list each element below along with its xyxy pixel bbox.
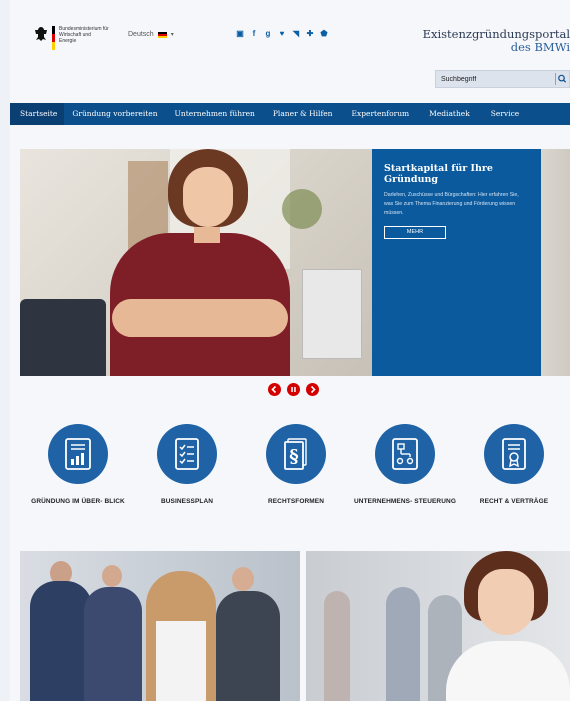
category-businessplan[interactable]: BUSINESSPLAN (132, 424, 242, 506)
category-label: RECHT & VERTRÄGE (479, 498, 549, 505)
smiling-woman-image[interactable] (306, 551, 570, 701)
category-label: GRÜNDUNG IM ÜBER- BLICK (31, 498, 125, 505)
bmwi-logo[interactable]: Bundesministerium für Wirtschaft und Ene… (34, 26, 109, 50)
prev-slide-button[interactable] (268, 383, 281, 396)
category-label: BUSINESSPLAN (160, 498, 214, 505)
business-meeting-image[interactable] (20, 551, 300, 701)
eagle-icon (35, 27, 47, 41)
logo-text: Bundesministerium für Wirtschaft und Ene… (59, 26, 109, 44)
woman-face (183, 167, 233, 227)
next-slide-preview (541, 149, 570, 376)
pause-slide-button[interactable] (287, 383, 300, 396)
nav-gruendung-vorbereiten[interactable]: Gründung vorbereiten (72, 103, 157, 125)
slider-controls (268, 383, 319, 396)
youtube-icon[interactable]: ▣ (236, 29, 244, 38)
nav-startseite[interactable]: Startseite (10, 103, 65, 125)
chevron-right-icon (310, 385, 316, 394)
category-gruendung-ueberblick[interactable]: GRÜNDUNG IM ÜBER- BLICK (23, 424, 133, 506)
header: Bundesministerium für Wirtschaft und Ene… (10, 0, 570, 100)
certificate-icon (502, 438, 526, 470)
mehr-button[interactable]: MEHR (384, 226, 446, 239)
chevron-down-icon: ▾ (170, 32, 174, 38)
hero-slider: Startkapital für Ihre Gründung Darlehen,… (20, 149, 570, 376)
category-label: RECHTSFORMEN (267, 498, 325, 505)
language-selector[interactable]: Deutsch ▾ (128, 31, 174, 38)
woman-arms (112, 299, 288, 337)
hero-image (20, 149, 372, 376)
category-recht-vertraege[interactable]: RECHT & VERTRÄGE (459, 424, 569, 506)
german-flag-icon (157, 31, 167, 38)
twitter-icon[interactable]: ♥ (278, 29, 286, 38)
category-rechtsformen[interactable]: § RECHTSFORMEN (241, 424, 351, 506)
hero-teaser: Startkapital für Ihre Gründung Darlehen,… (372, 149, 541, 376)
language-label: Deutsch (128, 31, 154, 38)
search-icon[interactable] (555, 73, 567, 85)
facebook-icon[interactable]: f (250, 29, 258, 38)
social-links: ▣ f g ♥ ◥ ✚ ⬟ (236, 29, 328, 38)
chevron-left-icon (271, 385, 277, 394)
flag-bar (52, 26, 55, 50)
svg-text:§: § (289, 446, 298, 467)
pause-icon (291, 387, 296, 392)
hero-text: Darlehen, Zuschüsse und Bürgschaften: Hi… (384, 192, 519, 216)
office-chair (20, 299, 106, 376)
share-icon[interactable]: ✚ (306, 29, 314, 38)
googleplus-icon[interactable]: g (264, 29, 272, 38)
search-input[interactable] (436, 75, 546, 83)
search-box (435, 70, 570, 88)
workflow-icon (392, 438, 418, 470)
category-unternehmenssteuerung[interactable]: UNTERNEHMENS- STEUERUNG (350, 424, 460, 506)
next-slide-button[interactable] (306, 383, 319, 396)
portal-title-line1: Existenzgründungsportal (422, 27, 570, 41)
paragraph-icon: § (284, 438, 307, 470)
nav-planer-hilfen[interactable]: Planer & Hilfen (273, 103, 333, 125)
shield-icon[interactable]: ⬟ (320, 29, 328, 38)
portal-title[interactable]: Existenzgründungsportal des BMWi (423, 28, 570, 54)
hero-title: Startkapital für Ihre Gründung (384, 163, 493, 185)
category-label: UNTERNEHMENS- STEUERUNG (354, 498, 456, 505)
checklist-icon (175, 438, 199, 470)
rss-icon[interactable]: ◥ (292, 29, 300, 38)
main-navigation: Startseite Gründung vorbereiten Unterneh… (10, 103, 570, 125)
portal-title-line2: des BMWi (510, 40, 570, 54)
nav-unternehmen-fuehren[interactable]: Unternehmen führen (175, 103, 255, 125)
page: Bundesministerium für Wirtschaft und Ene… (10, 0, 570, 701)
nav-service[interactable]: Service (491, 103, 519, 125)
document-chart-icon (65, 438, 91, 470)
nav-mediathek[interactable]: Mediathek (429, 103, 470, 125)
nav-expertenforum[interactable]: Expertenforum (352, 103, 410, 125)
